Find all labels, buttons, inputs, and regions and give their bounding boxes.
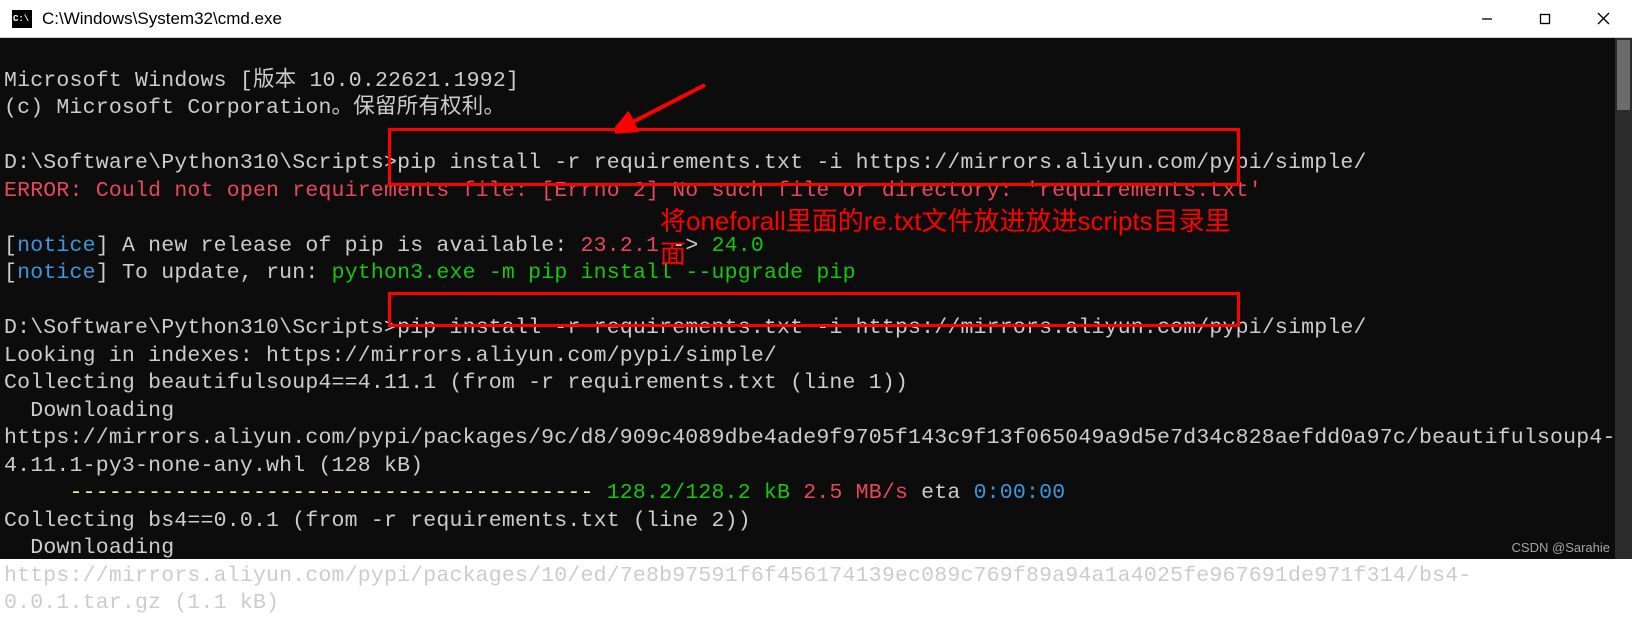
copyright-line: (c) Microsoft Corporation。保留所有权利。 — [4, 96, 505, 120]
prompt-path: D:\Software\Python310\Scripts> — [4, 316, 397, 340]
error-line: ERROR: Could not open requirements file:… — [4, 179, 1262, 203]
watermark-text: CSDN @Sarahie — [1512, 540, 1610, 555]
progress-bar: ---------------------------------------- — [4, 481, 607, 505]
window-controls — [1458, 0, 1632, 37]
notice-label: notice — [17, 261, 96, 285]
downloading-line: Downloading https://mirrors.aliyun.com/p… — [4, 399, 1616, 478]
minimize-button[interactable] — [1458, 0, 1516, 37]
close-button[interactable] — [1574, 0, 1632, 37]
progress-eta: 0:00:00 — [974, 481, 1066, 505]
vertical-scrollbar[interactable] — [1615, 38, 1632, 559]
looking-line: Looking in indexes: https://mirrors.aliy… — [4, 344, 777, 368]
new-version: 24.0 — [712, 234, 764, 258]
collecting-line: Collecting beautifulsoup4==4.11.1 (from … — [4, 371, 908, 395]
maximize-button[interactable] — [1516, 0, 1574, 37]
downloading-line: Downloading https://mirrors.aliyun.com/p… — [4, 536, 1471, 615]
old-version: 23.2.1 — [581, 234, 660, 258]
progress-size: 128.2/128.2 kB — [607, 481, 790, 505]
terminal-output[interactable]: Microsoft Windows [版本 10.0.22621.1992] (… — [0, 38, 1632, 559]
command-line: pip install -r requirements.txt -i https… — [397, 316, 1367, 340]
cmd-icon — [12, 10, 32, 28]
window-title: C:\Windows\System32\cmd.exe — [42, 9, 282, 29]
notice-label: notice — [17, 234, 96, 258]
collecting-line: Collecting bs4==0.0.1 (from -r requireme… — [4, 509, 751, 533]
scrollbar-thumb[interactable] — [1617, 40, 1630, 110]
prompt-path: D:\Software\Python310\Scripts> — [4, 151, 397, 175]
command-line: pip install -r requirements.txt -i https… — [397, 151, 1367, 175]
window-titlebar: C:\Windows\System32\cmd.exe — [0, 0, 1632, 38]
update-command: python3.exe -m pip install --upgrade pip — [332, 261, 856, 285]
progress-speed: 2.5 MB/s — [790, 481, 908, 505]
banner-line: Microsoft Windows [版本 10.0.22621.1992] — [4, 69, 519, 93]
